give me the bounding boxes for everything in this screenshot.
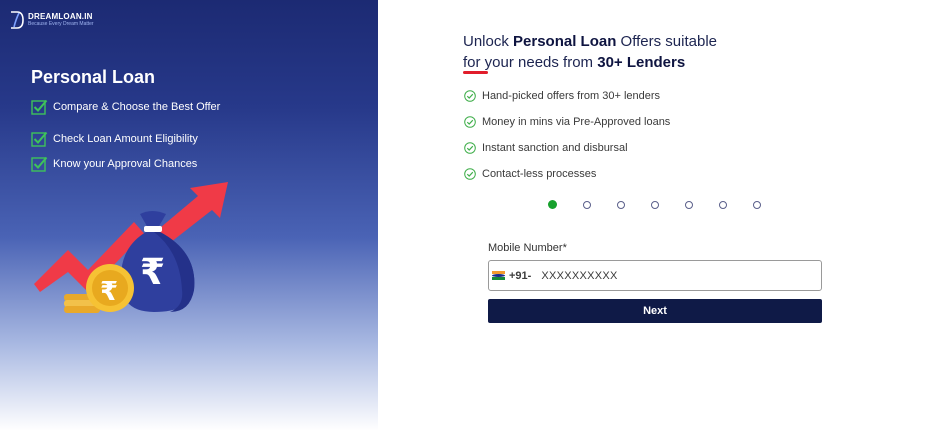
brand-tagline: Because Every Dream Matter: [28, 21, 94, 27]
india-flag-icon: [492, 271, 505, 280]
benefit-item: Money in mins via Pre-Approved loans: [464, 109, 670, 135]
headline-lenders: 30+ Lenders: [597, 54, 686, 71]
headline-line-2: for your needs from 30+ Lenders: [463, 54, 686, 71]
headline-line-1: Unlock Personal Loan Offers suitable: [463, 33, 717, 50]
carousel-dot-7[interactable]: [753, 200, 761, 209]
check-circle-icon: [464, 142, 476, 154]
benefit-item: Hand-picked offers from 30+ lenders: [464, 83, 670, 109]
benefit-label: Money in mins via Pre-Approved loans: [482, 116, 671, 128]
rupee-coin-icon: ₹: [86, 264, 134, 312]
feature-label: Check Loan Amount Eligibility: [53, 132, 198, 145]
carousel-dot-1[interactable]: [548, 200, 557, 209]
next-button[interactable]: Next: [488, 299, 822, 323]
benefit-label: Instant sanction and disbursal: [482, 142, 628, 154]
check-circle-icon: [464, 116, 476, 128]
feature-item: Check Loan Amount Eligibility: [31, 130, 198, 147]
check-box-icon: [31, 131, 48, 147]
check-box-icon: [31, 99, 48, 115]
feature-label: Compare & Choose the Best Offer: [53, 100, 221, 113]
carousel-dot-6[interactable]: [719, 200, 727, 209]
check-circle-icon: [464, 168, 476, 180]
svg-text:₹: ₹: [140, 252, 165, 293]
headline-underline: [463, 71, 488, 74]
left-panel-title: Personal Loan: [31, 67, 156, 87]
mobile-number-field[interactable]: +91-: [488, 260, 822, 291]
country-code: +91-: [509, 269, 532, 282]
carousel-dot-3[interactable]: [617, 200, 625, 209]
loan-illustration: ₹ ₹: [34, 182, 228, 313]
carousel-dots: [548, 200, 761, 209]
benefit-label: Hand-picked offers from 30+ lenders: [482, 90, 661, 102]
feature-label: Know your Approval Chances: [53, 157, 198, 170]
carousel-dot-4[interactable]: [651, 200, 659, 209]
headline-product: Personal Loan: [513, 33, 617, 50]
benefit-label: Contact-less processes: [482, 168, 597, 180]
benefits-list: Hand-picked offers from 30+ lenders Mone…: [464, 83, 670, 187]
brand-logo[interactable]: DREAMLOAN.IN Because Every Dream Matter: [8, 10, 94, 30]
check-box-icon: [31, 156, 48, 172]
carousel-dot-2[interactable]: [583, 200, 591, 209]
benefit-item: Contact-less processes: [464, 161, 670, 187]
feature-item: Know your Approval Chances: [31, 155, 197, 172]
mobile-number-label: Mobile Number*: [488, 242, 567, 254]
brand-name: DREAMLOAN.IN: [28, 12, 93, 21]
mobile-number-input[interactable]: [541, 269, 742, 282]
feature-item: Compare & Choose the Best Offer: [31, 98, 220, 115]
left-panel: DREAMLOAN.IN Because Every Dream Matter …: [0, 0, 378, 431]
benefit-item: Instant sanction and disbursal: [464, 135, 670, 161]
logo-icon: [11, 11, 24, 29]
svg-text:₹: ₹: [100, 277, 118, 307]
main-panel: Unlock Personal Loan Offers suitable for…: [378, 0, 939, 431]
headline: Unlock Personal Loan Offers suitable for…: [463, 31, 717, 73]
check-circle-icon: [464, 90, 476, 102]
carousel-dot-5[interactable]: [685, 200, 693, 209]
